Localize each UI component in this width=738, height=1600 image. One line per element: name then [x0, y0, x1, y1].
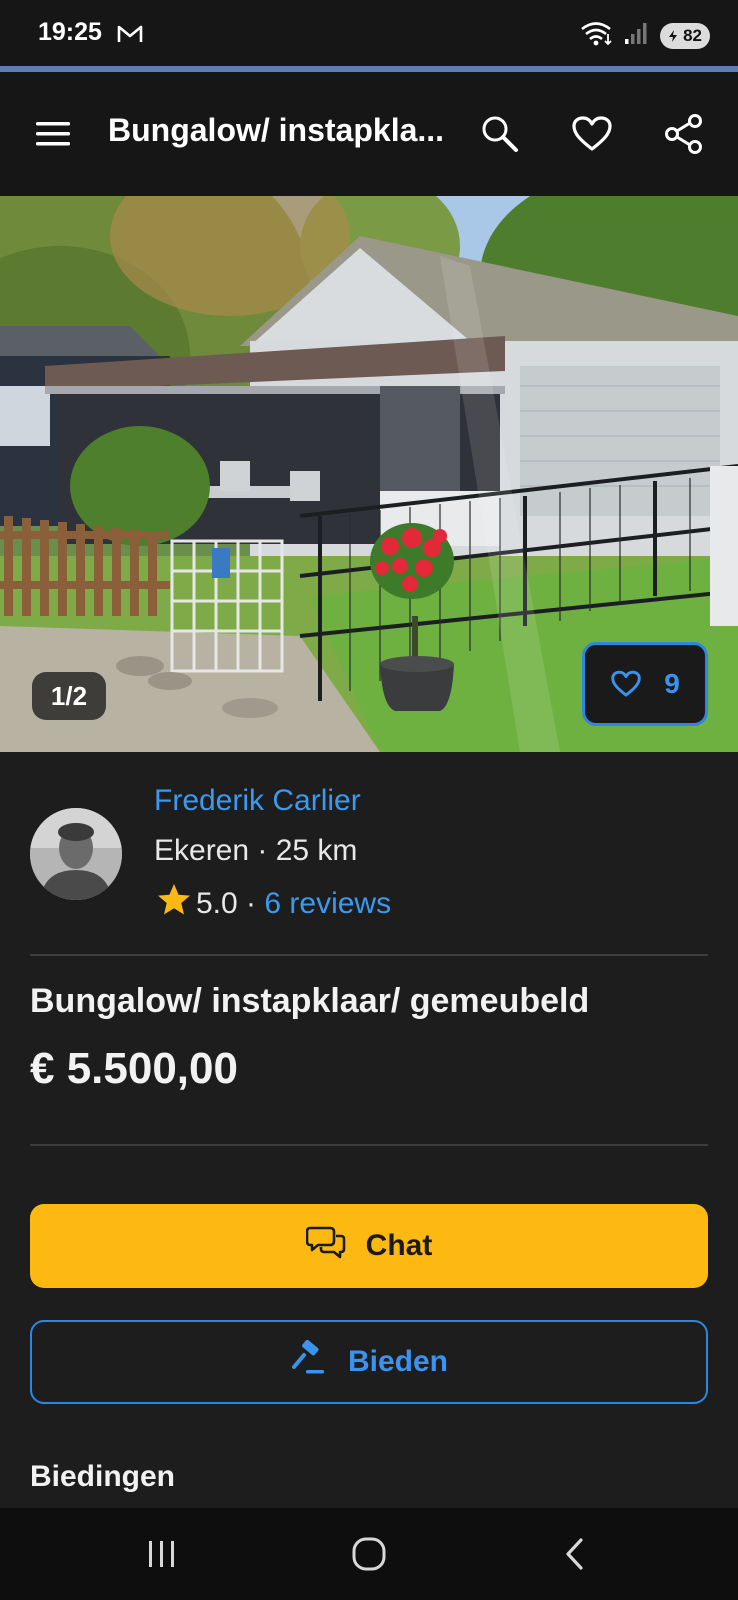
- favorites-badge[interactable]: 9: [582, 642, 708, 726]
- divider: [30, 954, 708, 956]
- heart-icon: [610, 670, 642, 698]
- bids-section-title: Biedingen: [30, 1460, 176, 1493]
- seller-name-link[interactable]: Frederik Carlier: [154, 784, 361, 818]
- seller-info: Frederik Carlier Ekeren · 25 km 5.0 · 6 …: [0, 752, 738, 952]
- share-icon[interactable]: [660, 110, 708, 158]
- chat-icon: [305, 1224, 346, 1268]
- app-bar: Bungalow/ instapkla...: [0, 72, 738, 196]
- seller-rating: 5.0 · 6 reviews: [156, 882, 391, 926]
- avatar[interactable]: [30, 808, 122, 900]
- system-nav-bar: [0, 1508, 738, 1600]
- nav-recents-icon[interactable]: [132, 1530, 192, 1578]
- battery-level: 82: [683, 25, 702, 45]
- search-icon[interactable]: [476, 110, 524, 158]
- nav-home-icon[interactable]: [339, 1530, 399, 1578]
- mail-icon: [117, 24, 143, 49]
- reviews-link[interactable]: 6 reviews: [264, 887, 391, 921]
- star-icon: [156, 882, 192, 926]
- signal-icon: [624, 21, 650, 50]
- chat-button-label: Chat: [365, 1229, 433, 1262]
- nav-back-icon[interactable]: [546, 1530, 606, 1578]
- listing-title: Bungalow/ instapklaar/ gemeubeld: [30, 982, 590, 1020]
- status-bar: 19:25 82: [0, 0, 738, 66]
- heart-icon[interactable]: [568, 110, 616, 158]
- bid-button-label: Bieden: [347, 1345, 449, 1378]
- wifi-icon: [580, 20, 614, 51]
- listing-price: € 5.500,00: [30, 1044, 238, 1093]
- divider: [30, 1144, 708, 1146]
- menu-icon[interactable]: [34, 116, 74, 152]
- seller-location: Ekeren · 25 km: [154, 834, 358, 867]
- rating-separator: ·: [237, 887, 265, 920]
- rating-value: 5.0: [196, 887, 238, 920]
- chat-button[interactable]: Chat: [30, 1204, 708, 1288]
- page-title: Bungalow/ instapkla...: [108, 112, 445, 148]
- listing-photo[interactable]: 1/2 9: [0, 196, 738, 752]
- status-time: 19:25: [38, 18, 102, 46]
- favorites-count: 9: [664, 668, 680, 699]
- photo-counter: 1/2: [32, 672, 106, 720]
- gavel-icon: [290, 1339, 326, 1384]
- bid-button[interactable]: Bieden: [30, 1320, 708, 1404]
- battery-icon: 82: [660, 22, 710, 49]
